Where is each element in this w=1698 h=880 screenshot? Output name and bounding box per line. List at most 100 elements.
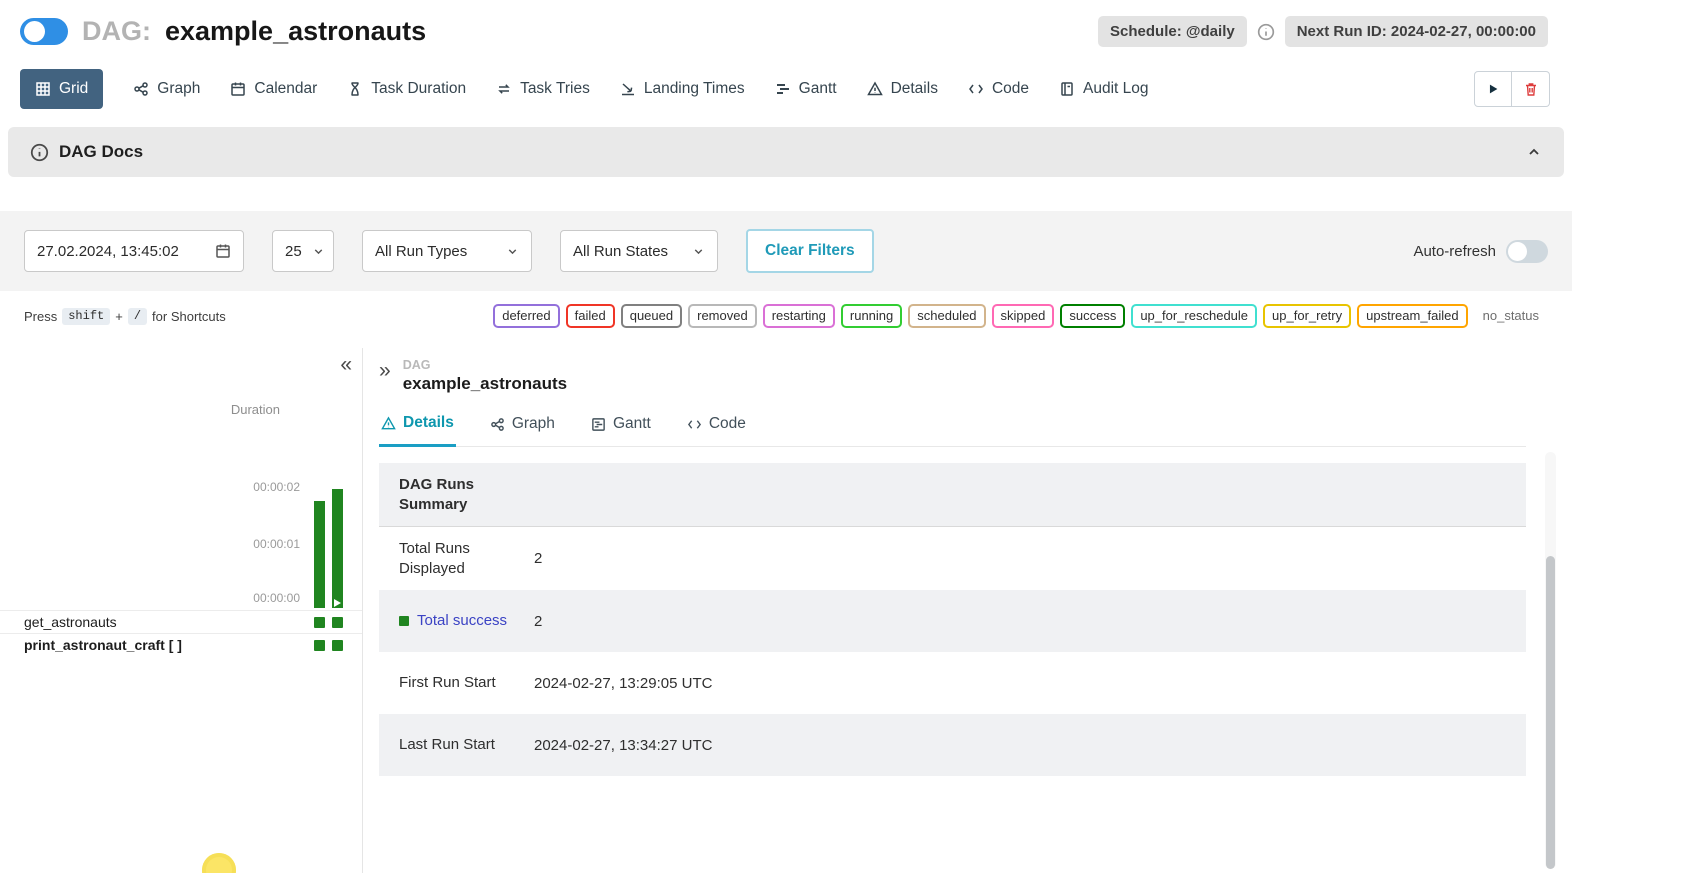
tab-label: Task Tries [520, 80, 590, 98]
tab-label: Details [891, 80, 938, 98]
task-instance-success[interactable] [314, 617, 325, 628]
chevron-down-icon [312, 245, 325, 258]
task-row: get_astronauts [0, 610, 362, 633]
chevron-up-icon[interactable] [1526, 144, 1542, 160]
status-badge-skipped[interactable]: skipped [992, 304, 1055, 328]
dag-docs-bar[interactable]: DAG Docs [8, 127, 1564, 177]
next-run-badge: Next Run ID: 2024-02-27, 00:00:00 [1285, 16, 1548, 47]
hint-suffix: for Shortcuts [152, 309, 226, 324]
delete-dag-button[interactable] [1512, 71, 1550, 107]
grid-icon [35, 81, 51, 97]
graph-icon [133, 81, 149, 97]
chevron-down-icon [506, 245, 519, 258]
dag-view-tabs: Grid Graph Calendar Task Duration Task T… [0, 59, 1572, 123]
base-date-input[interactable]: 27.02.2024, 13:45:02 [24, 230, 244, 272]
auto-refresh-toggle[interactable] [1506, 240, 1548, 263]
tab-code[interactable]: Code [968, 80, 1029, 98]
code-icon [968, 81, 984, 97]
details-tab-code[interactable]: Code [685, 406, 748, 446]
run-bar-2[interactable] [332, 489, 343, 608]
tab-label: Code [709, 415, 746, 433]
ytick-2s: 00:00:02 [253, 480, 300, 494]
calendar-icon [215, 243, 231, 259]
task-row: print_astronaut_craft [ ] [0, 633, 362, 656]
tab-audit-log[interactable]: Audit Log [1059, 80, 1149, 98]
tab-label: Code [992, 80, 1029, 98]
shortcut-hint: Press shift + / for Shortcuts [24, 308, 226, 325]
chevron-down-icon [692, 245, 705, 258]
status-badge-scheduled[interactable]: scheduled [908, 304, 985, 328]
total-success-link[interactable]: Total success [399, 611, 534, 631]
details-tab-graph[interactable]: Graph [488, 406, 557, 446]
dag-pause-toggle[interactable] [20, 18, 68, 45]
auto-refresh-label: Auto-refresh [1413, 243, 1496, 260]
page-size-select[interactable]: 25 [272, 230, 334, 272]
tab-gantt[interactable]: Gantt [775, 80, 837, 98]
dag-label: DAG: [82, 16, 151, 47]
dag-header: DAG: example_astronauts Schedule: @daily… [0, 0, 1572, 59]
status-badge-up-for-reschedule[interactable]: up_for_reschedule [1131, 304, 1257, 328]
hint-plus: + [115, 309, 123, 324]
tab-label: Landing Times [644, 80, 745, 98]
run-types-select[interactable]: All Run Types [362, 230, 532, 272]
status-badge-deferred[interactable]: deferred [493, 304, 559, 328]
breadcrumb: DAG [403, 358, 567, 372]
status-badge-queued[interactable]: queued [621, 304, 682, 328]
filter-bar: 27.02.2024, 13:45:02 25 All Run Types Al… [0, 211, 1572, 291]
docs-info-icon [30, 143, 49, 162]
tab-task-tries[interactable]: Task Tries [496, 80, 590, 98]
expand-panel-icon[interactable]: » [379, 360, 391, 381]
hint-press: Press [24, 309, 57, 324]
status-badge-upstream-failed[interactable]: upstream_failed [1357, 304, 1468, 328]
table-row: Last Run Start 2024-02-27, 13:34:27 UTC [379, 714, 1526, 776]
status-badge-up-for-retry[interactable]: up_for_retry [1263, 304, 1351, 328]
tab-details[interactable]: Details [867, 80, 938, 98]
run-states-select[interactable]: All Run States [560, 230, 718, 272]
tab-landing-times[interactable]: Landing Times [620, 80, 745, 98]
table-header-row: DAG Runs Summary [379, 463, 1526, 527]
details-scrollbar [1545, 452, 1556, 869]
collapse-panel-icon[interactable]: « [340, 354, 352, 375]
duration-chart: Duration 00:00:02 00:00:01 00:00:00 [0, 396, 362, 608]
dag-action-buttons [1474, 71, 1550, 107]
status-badge-running[interactable]: running [841, 304, 902, 328]
tab-calendar[interactable]: Calendar [230, 80, 317, 98]
page-size-value: 25 [285, 243, 302, 260]
calendar-icon [230, 81, 246, 97]
info-icon[interactable] [1257, 23, 1275, 41]
status-badge-failed[interactable]: failed [566, 304, 615, 328]
table-row: Total Runs Displayed 2 [379, 527, 1526, 590]
audit-log-icon [1059, 81, 1075, 97]
play-icon [1486, 82, 1500, 96]
grid-panel: « Duration 00:00:02 00:00:01 00:00:00 ge… [0, 348, 363, 873]
row-label: Last Run Start [399, 735, 534, 755]
status-badge-success[interactable]: success [1060, 304, 1125, 328]
run-types-value: All Run Types [375, 243, 467, 260]
table-header-label: DAG Runs Summary [399, 475, 534, 514]
dag-title-group: DAG: example_astronauts [20, 16, 426, 47]
task-name-print-astronaut-craft[interactable]: print_astronaut_craft [ ] [24, 637, 182, 653]
trigger-dag-button[interactable] [1474, 71, 1512, 107]
warning-triangle-icon [867, 81, 883, 97]
details-tab-details[interactable]: Details [379, 406, 456, 447]
dag-meta-badges: Schedule: @daily Next Run ID: 2024-02-27… [1098, 16, 1548, 47]
landing-icon [620, 81, 636, 97]
decorative-yellow-circle [202, 853, 236, 873]
details-tab-gantt[interactable]: Gantt [589, 406, 653, 446]
task-instance-success[interactable] [332, 617, 343, 628]
tab-task-duration[interactable]: Task Duration [347, 80, 466, 98]
status-badge-restarting[interactable]: restarting [763, 304, 835, 328]
run-bar-1[interactable] [314, 501, 325, 608]
details-tabs: Details Graph Gantt Code [379, 406, 1526, 447]
tab-graph[interactable]: Graph [133, 80, 200, 98]
gantt-icon [775, 81, 791, 97]
scrollbar-thumb[interactable] [1546, 556, 1555, 869]
row-value: 2 [534, 550, 542, 567]
clear-filters-button[interactable]: Clear Filters [746, 229, 874, 273]
task-name-get-astronauts[interactable]: get_astronauts [24, 614, 117, 630]
task-instance-success[interactable] [314, 640, 325, 651]
tab-grid[interactable]: Grid [20, 69, 103, 109]
status-badge-removed[interactable]: removed [688, 304, 757, 328]
run-states-value: All Run States [573, 243, 668, 260]
task-instance-success[interactable] [332, 640, 343, 651]
